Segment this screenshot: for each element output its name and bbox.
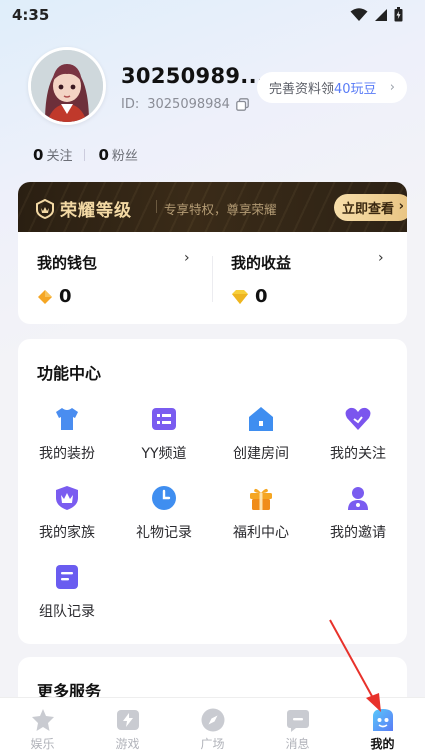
follow-stats: 0 关注 0 粉丝 [33,145,138,164]
message-icon [286,710,309,732]
wallet-balance: 0 [37,286,72,307]
feature-center-title: 功能中心 [37,364,102,383]
user-id-label: ID: [121,97,140,112]
document-icon [56,565,78,589]
wallet-balance-value: 0 [59,286,72,307]
shirt-icon [56,408,78,430]
tab-plaza[interactable]: 广场 [170,698,255,756]
clock-icon [152,486,176,510]
gift-icon [250,488,272,510]
tab-label: 广场 [200,737,225,751]
copy-icon[interactable] [236,98,249,111]
feature-gift-records[interactable]: 礼物记录 [119,484,209,544]
feature-create-room[interactable]: 创建房间 [216,405,306,465]
tab-messages[interactable]: 消息 [255,698,340,756]
feature-center-card: 功能中心 我的装扮 YY频道 创建房间 我的关注 我的家族 礼物记录 福利中心 … [18,339,407,644]
view-now-button[interactable]: 立即查看 › [334,194,407,221]
person-icon [348,487,368,510]
house-icon [249,407,273,431]
my-wallet[interactable]: 我的钱包 › 0 [18,232,212,324]
status-icons [350,7,403,22]
fans-label: 粉丝 [111,149,138,164]
feature-label: YY频道 [141,446,187,462]
following-stat[interactable]: 0 关注 [33,145,72,164]
tab-label: 游戏 [115,737,140,751]
chevron-right-icon: › [389,80,395,95]
my-wallet-title: 我的钱包 [37,254,98,272]
tab-entertainment[interactable]: 娱乐 [0,698,85,756]
vip-title: 荣耀等级 [60,201,132,221]
feature-my-family[interactable]: 我的家族 [22,484,112,544]
user-id-value: 3025098984 [147,97,230,112]
feature-welfare-center[interactable]: 福利中心 [216,484,306,544]
earnings-balance: 0 [231,286,268,307]
fans-count: 0 [98,146,109,164]
avatar[interactable] [28,47,106,125]
crown-badge-icon [36,198,54,219]
tab-games[interactable]: 游戏 [85,698,170,756]
feature-my-follows[interactable]: 我的关注 [313,405,403,465]
star-icon [31,709,54,731]
feature-label: 创建房间 [233,446,289,462]
yellow-gem-icon [232,289,248,304]
profile-icon [372,709,393,731]
orange-diamond-icon [38,289,52,304]
following-count: 0 [33,146,44,164]
feature-team-records[interactable]: 组队记录 [22,563,112,623]
feature-my-outfit[interactable]: 我的装扮 [22,405,112,465]
feature-label: 我的邀请 [330,525,386,541]
chevron-right-icon: › [398,199,404,214]
vip-logo: 荣耀等级 [35,196,132,221]
username: 30250989... [121,64,266,88]
feature-label: 我的家族 [39,525,95,541]
my-earnings-title: 我的收益 [231,254,292,272]
status-bar: 4:35 [0,0,425,30]
tab-label: 消息 [285,737,310,751]
channel-list-icon [152,408,176,430]
feature-label: 我的关注 [330,446,386,462]
tab-label: 我的 [370,737,395,751]
stats-divider [84,148,86,161]
vip-level-banner[interactable]: 荣耀等级 专享特权，尊享荣耀 立即查看 › [18,182,407,232]
bottom-tab-bar: 娱乐 游戏 广场 消息 我的 [0,697,425,756]
earnings-balance-value: 0 [255,286,268,307]
vip-subtitle: 专享特权，尊享荣耀 [156,199,277,218]
lightning-icon [116,710,139,730]
compass-icon [201,708,224,732]
complete-profile-text: 完善资料领 [269,82,335,97]
my-earnings[interactable]: 我的收益 › 0 [213,232,407,324]
tab-label: 娱乐 [30,737,55,751]
feature-label: 福利中心 [233,525,289,541]
feature-label: 组队记录 [39,604,95,620]
feature-my-invites[interactable]: 我的邀请 [313,484,403,544]
complete-profile-reward: 40玩豆 [334,82,377,97]
status-time: 4:35 [12,6,50,24]
wifi-icon [350,7,368,21]
fans-stat[interactable]: 0 粉丝 [98,145,137,164]
feature-label: 礼物记录 [136,525,192,541]
chevron-right-icon: › [378,250,384,266]
battery-icon [394,7,403,22]
wallet-card: 我的钱包 › 0 我的收益 › 0 [18,232,407,324]
view-now-label: 立即查看 [342,202,395,217]
avatar-illustration [31,50,103,122]
feature-yy-channel[interactable]: YY频道 [119,405,209,465]
heart-icon [345,407,371,430]
following-label: 关注 [46,149,73,164]
user-id-row: ID: 3025098984 [121,97,249,112]
shield-crown-icon [56,486,78,510]
feature-label: 我的装扮 [39,446,95,462]
complete-profile-button[interactable]: 完善资料领 40玩豆 › [257,72,407,103]
tab-mine[interactable]: 我的 [340,698,425,756]
signal-icon [375,8,387,21]
chevron-right-icon: › [184,250,190,266]
